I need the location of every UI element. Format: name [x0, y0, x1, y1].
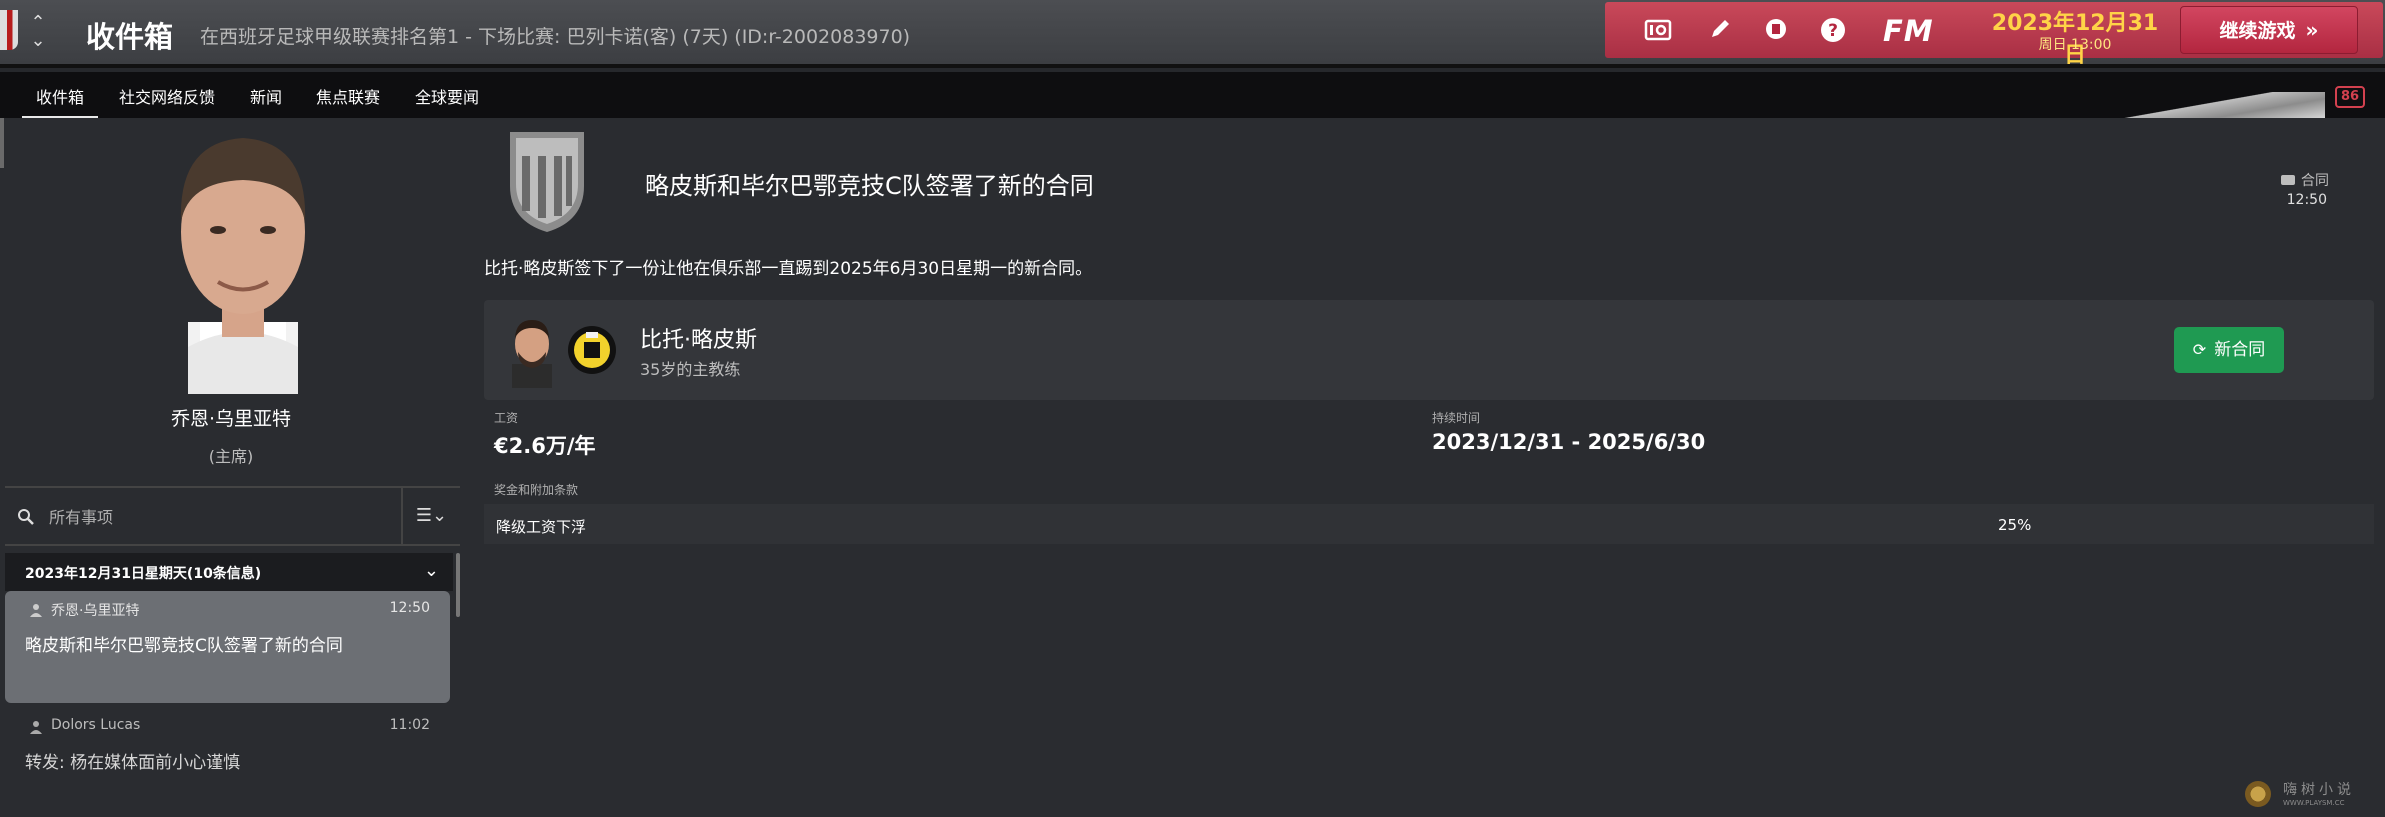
clause-value: 25%: [1998, 516, 2032, 534]
tag-icon: [2281, 175, 2295, 185]
salary-label: 工资: [494, 411, 519, 425]
sidebar-scroll-indicator[interactable]: [0, 118, 4, 168]
inbox-item-time: 11:02: [389, 717, 430, 733]
inbox-item-subject: 略皮斯和毕尔巴鄂竞技C队签署了新的合同: [25, 636, 343, 656]
double-chevron-right-icon: »: [2305, 18, 2319, 42]
date-group-label: 2023年12月31日星期天(10条信息): [25, 566, 262, 582]
search-input[interactable]: [49, 504, 389, 530]
continue-button-label: 继续游戏: [2219, 20, 2296, 42]
message-time: 12:50: [2286, 192, 2327, 208]
watermark-url: WWW.PLAYSM.CC: [2283, 799, 2345, 807]
clause-row: 降级工资下浮 25%: [484, 504, 2374, 544]
player-face[interactable]: [506, 312, 558, 388]
inbox-item[interactable]: Dolors Lucas 11:02 转发: 杨在媒体面前小心谨慎: [5, 708, 450, 788]
message-body: 比托·略皮斯签下了一份让他在俱乐部一直踢到2025年6月30日星期一的新合同。: [484, 259, 1093, 279]
watermark-text: 嗨树小说: [2283, 782, 2355, 798]
search-row: ☰⌄: [5, 486, 460, 546]
club-shield-icon[interactable]: [1761, 16, 1791, 46]
id-card-icon[interactable]: [1643, 16, 1673, 46]
tab-world-news[interactable]: 全球要闻: [415, 84, 479, 108]
search-icon: [18, 509, 34, 525]
tab-social-feedback[interactable]: 社交网络反馈: [119, 84, 215, 108]
message-tag: 合同: [2281, 170, 2329, 190]
person-role: (主席): [208, 447, 254, 466]
date-group-header[interactable]: 2023年12月31日星期天(10条信息) ⌄: [5, 553, 453, 591]
inbox-item-sender: 乔恩·乌里亚特: [51, 603, 140, 619]
clause-name: 降级工资下浮: [496, 518, 587, 536]
message-tag-label: 合同: [2301, 173, 2329, 189]
message-title: 略皮斯和毕尔巴鄂竞技C队签署了新的合同: [645, 172, 1094, 200]
fm-version-badge[interactable]: 86: [2335, 86, 2365, 108]
person-portrait: [180, 138, 306, 394]
inbox-item-time: 12:50: [389, 600, 430, 616]
help-icon[interactable]: ?: [1818, 16, 1848, 46]
inbox-sidebar: 乔恩·乌里亚特 (主席) ☰⌄ 2023年12月31日星期天(10条信息) ⌄ …: [0, 118, 462, 817]
watermark-logo-icon: [2245, 781, 2271, 807]
current-time: 周日 13:00: [2038, 37, 2112, 53]
new-contract-button[interactable]: ⟳ 新合同: [2174, 327, 2284, 373]
sync-icon: ⟳: [2192, 340, 2207, 359]
chevron-down-icon: ⌄: [423, 560, 439, 581]
continue-button[interactable]: 继续游戏 »: [2180, 6, 2358, 54]
club-crest-icon[interactable]: [0, 10, 18, 50]
inbox-item[interactable]: 乔恩·乌里亚特 12:50 略皮斯和毕尔巴鄂竞技C队签署了新的合同: [5, 591, 450, 703]
duration-label: 持续时间: [1432, 411, 1481, 425]
tab-news[interactable]: 新闻: [250, 84, 282, 108]
svg-text:?: ?: [1828, 21, 1838, 41]
salary-value: €2.6万/年: [494, 434, 596, 458]
duration-value: 2023/12/31 - 2025/6/30: [1432, 430, 1706, 454]
top-bar: ⌃ ⌄ 收件箱 在西班牙足球甲级联赛排名第1 - 下场比赛: 巴列卡诺(客) (7…: [0, 0, 2385, 68]
list-filter-button[interactable]: ☰⌄: [401, 488, 460, 544]
card-person-name[interactable]: 比托·略皮斯: [640, 322, 757, 354]
status-line: 在西班牙足球甲级联赛排名第1 - 下场比赛: 巴列卡诺(客) (7天) (ID:…: [200, 26, 911, 48]
inbox-scrollbar[interactable]: [456, 553, 460, 617]
person-card: 比托·略皮斯 35岁的主教练 ⟳ 新合同: [484, 300, 2374, 400]
tab-focus-leagues[interactable]: 焦点联赛: [316, 84, 380, 108]
person-icon: [30, 721, 42, 734]
pen-icon[interactable]: [1705, 16, 1735, 46]
person-icon: [30, 604, 42, 617]
watermark: 嗨树小说 WWW.PLAYSM.CC: [2245, 779, 2375, 809]
page-title: 收件箱: [86, 20, 174, 54]
club-badge-icon[interactable]: [566, 324, 618, 376]
message-view: 略皮斯和毕尔巴鄂竞技C队签署了新的合同 合同 12:50 比托·略皮斯签下了一份…: [462, 118, 2385, 817]
top-right-controls: ? FM 2023年12月31日 周日 13:00 继续游戏»: [1605, 2, 2383, 68]
fm-logo[interactable]: FM: [1883, 14, 1934, 48]
athletic-club-crest-icon: [510, 132, 584, 232]
card-person-subtitle: 35岁的主教练: [640, 360, 741, 379]
new-contract-button-label: 新合同: [2214, 340, 2266, 360]
tab-bar: 收件箱 社交网络反馈 新闻 焦点联赛 全球要闻 86: [0, 72, 2385, 119]
torn-paper-decoration: [2105, 92, 2325, 118]
inbox-item-subject: 转发: 杨在媒体面前小心谨慎: [25, 753, 241, 773]
inbox-item-sender: Dolors Lucas: [51, 717, 141, 733]
clauses-label: 奖金和附加条款: [494, 483, 579, 497]
tab-inbox[interactable]: 收件箱: [21, 84, 99, 119]
nav-up-down-icon[interactable]: ⌃ ⌄: [28, 14, 48, 52]
person-name[interactable]: 乔恩·乌里亚特: [0, 404, 462, 431]
